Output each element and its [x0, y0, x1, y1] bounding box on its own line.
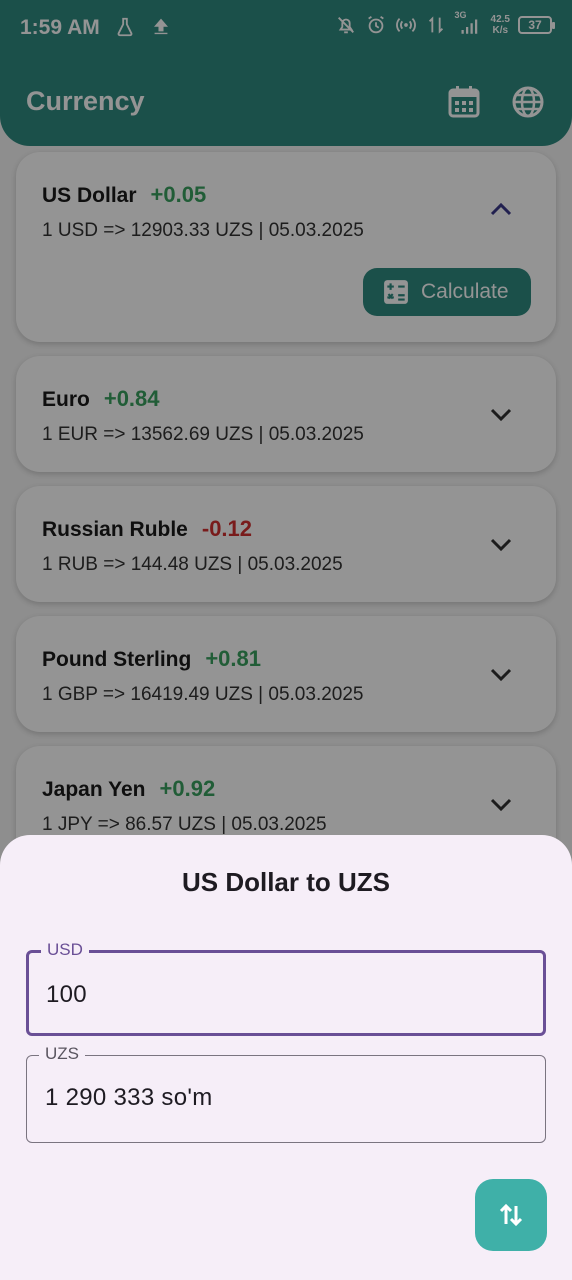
swap-currencies-button[interactable]	[475, 1179, 547, 1251]
uzs-field-label: UZS	[39, 1044, 85, 1064]
usd-field-value[interactable]: 100	[46, 981, 87, 1009]
converter-sheet: US Dollar to UZS USD 100 UZS 1 290 333 s…	[0, 835, 572, 1280]
uzs-field-value[interactable]: 1 290 333 so'm	[45, 1084, 213, 1112]
usd-field-label: USD	[41, 940, 89, 960]
uzs-amount-field[interactable]: UZS 1 290 333 so'm	[26, 1044, 546, 1143]
swap-vertical-icon	[499, 1203, 523, 1227]
sheet-title: US Dollar to UZS	[181, 867, 390, 897]
usd-amount-field[interactable]: USD 100	[26, 940, 546, 1036]
screen: 1:59 AM 3G 42.5 K/s 37 Currency US Dolla…	[0, 0, 572, 1280]
